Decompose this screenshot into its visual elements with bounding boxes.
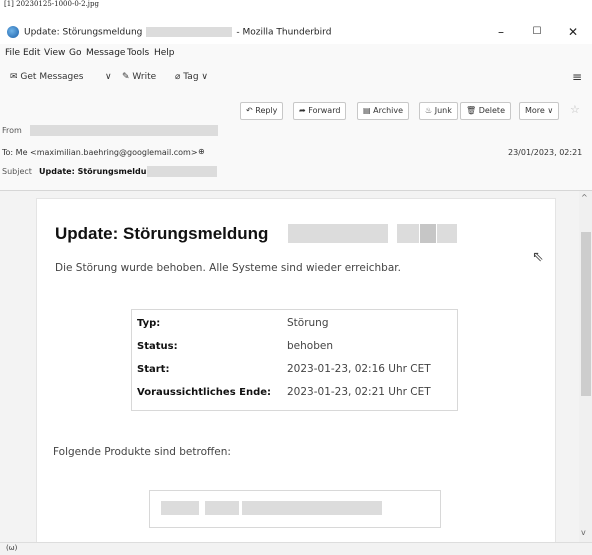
chevron-down-icon: ∨ <box>105 72 112 82</box>
forward-button[interactable]: ➦ Forward <box>293 102 347 120</box>
write-button[interactable]: ✎ Write <box>122 72 156 82</box>
redacted-block <box>288 224 388 243</box>
archive-button[interactable]: ▤ Archive <box>357 102 410 120</box>
title-bar: Update: Störungsmeldung - Mozilla Thunder… <box>0 20 592 44</box>
info-value: 2023-01-23, 02:16 Uhr CET <box>287 363 431 375</box>
maximize-button[interactable]: ☐ <box>522 23 552 41</box>
email-heading: Update: Störungsmeldung <box>55 224 269 243</box>
menu-help[interactable]: Help <box>154 48 175 58</box>
menu-edit[interactable]: Edit <box>23 48 40 58</box>
junk-button[interactable]: ♨ Junk <box>419 102 458 120</box>
menu-go[interactable]: Go <box>69 48 81 58</box>
redacted-block <box>30 125 218 136</box>
main-toolbar <box>0 62 592 91</box>
menu-file[interactable]: File <box>5 48 20 58</box>
more-label: More <box>525 106 545 115</box>
scroll-down-icon[interactable]: v <box>581 528 586 537</box>
window-title-app: - Mozilla Thunderbird <box>236 27 332 38</box>
junk-flame-icon: ♨ <box>425 106 433 115</box>
message-date: 23/01/2023, 02:21 <box>508 148 583 157</box>
delete-label: Delete <box>478 106 505 115</box>
info-key: Status: <box>137 341 178 352</box>
scrollbar-thumb[interactable] <box>581 232 591 396</box>
email-intro-text: Die Störung wurde behoben. Alle Systeme … <box>55 262 401 274</box>
minimize-button[interactable]: – <box>486 23 516 41</box>
delete-button[interactable]: 🗑 Delete <box>460 102 511 120</box>
redacted-block <box>397 224 419 243</box>
redacted-block <box>205 501 239 515</box>
mouse-cursor-icon: ⇖ <box>532 249 544 265</box>
redacted-block <box>147 166 217 177</box>
redacted-block <box>161 501 199 515</box>
close-button[interactable]: ✕ <box>558 23 588 41</box>
write-label: Write <box>132 72 157 82</box>
tag-icon: ⌀ <box>175 72 181 82</box>
activity-icon[interactable]: (ω) <box>6 544 17 552</box>
archive-icon: ▤ <box>363 106 371 115</box>
redacted-block <box>420 224 436 243</box>
message-subject: Update: Störungsmeldun <box>39 167 153 176</box>
forward-label: Forward <box>308 106 341 115</box>
get-messages-label: Get Messages <box>20 72 84 82</box>
tag-button[interactable]: ⌀ Tag ∨ <box>175 72 208 82</box>
subject-label: Subject <box>2 167 32 176</box>
reply-label: Reply <box>255 106 278 115</box>
chevron-down-icon: ∨ <box>201 72 209 82</box>
reply-button[interactable]: ↶ Reply <box>240 102 284 120</box>
more-button[interactable]: More ∨ <box>519 102 560 120</box>
image-caption: [1] 20230125-1000-0-2.jpg <box>4 0 99 8</box>
inbox-icon: ✉ <box>10 72 18 82</box>
window-title: Update: Störungsmeldung - Mozilla Thunder… <box>24 27 331 38</box>
status-bar: (ω) <box>0 542 592 555</box>
info-value: behoben <box>287 340 333 352</box>
info-key: Typ: <box>137 318 161 329</box>
info-value: Störung <box>287 317 329 329</box>
junk-label: Junk <box>434 106 452 115</box>
menu-view[interactable]: View <box>44 48 65 58</box>
get-messages-button[interactable]: ✉ Get Messages <box>10 72 83 82</box>
redacted-block <box>437 224 457 243</box>
app-menu-button[interactable]: ≡ <box>572 70 582 84</box>
from-label: From <box>2 126 22 135</box>
redacted-block <box>242 501 382 515</box>
window-title-subject: Update: Störungsmeldung <box>24 27 143 38</box>
archive-label: Archive <box>373 106 404 115</box>
tag-label: Tag <box>183 72 199 82</box>
pencil-icon: ✎ <box>122 72 130 82</box>
trash-icon: 🗑 <box>466 106 477 115</box>
info-key: Start: <box>137 364 170 375</box>
chevron-down-icon: ∨ <box>547 106 554 115</box>
reply-icon: ↶ <box>246 106 253 115</box>
scroll-up-icon[interactable]: ^ <box>581 193 588 202</box>
info-key: Voraussichtliches Ende: <box>137 387 272 398</box>
star-icon[interactable]: ☆ <box>570 103 580 116</box>
menu-message[interactable]: Message <box>86 48 125 58</box>
thunderbird-logo-icon <box>7 26 19 38</box>
affected-products-label: Folgende Produkte sind betroffen: <box>53 446 231 458</box>
to-recipient[interactable]: To: Me <maximilian.baehring@googlemail.c… <box>2 148 198 157</box>
info-value: 2023-01-23, 02:21 Uhr CET <box>287 386 431 398</box>
forward-icon: ➦ <box>299 106 306 115</box>
menu-tools[interactable]: Tools <box>127 48 149 58</box>
get-messages-dropdown[interactable]: ∨ <box>105 72 112 82</box>
redacted-block <box>146 27 233 37</box>
address-book-icon[interactable]: ⊕ <box>198 147 205 156</box>
